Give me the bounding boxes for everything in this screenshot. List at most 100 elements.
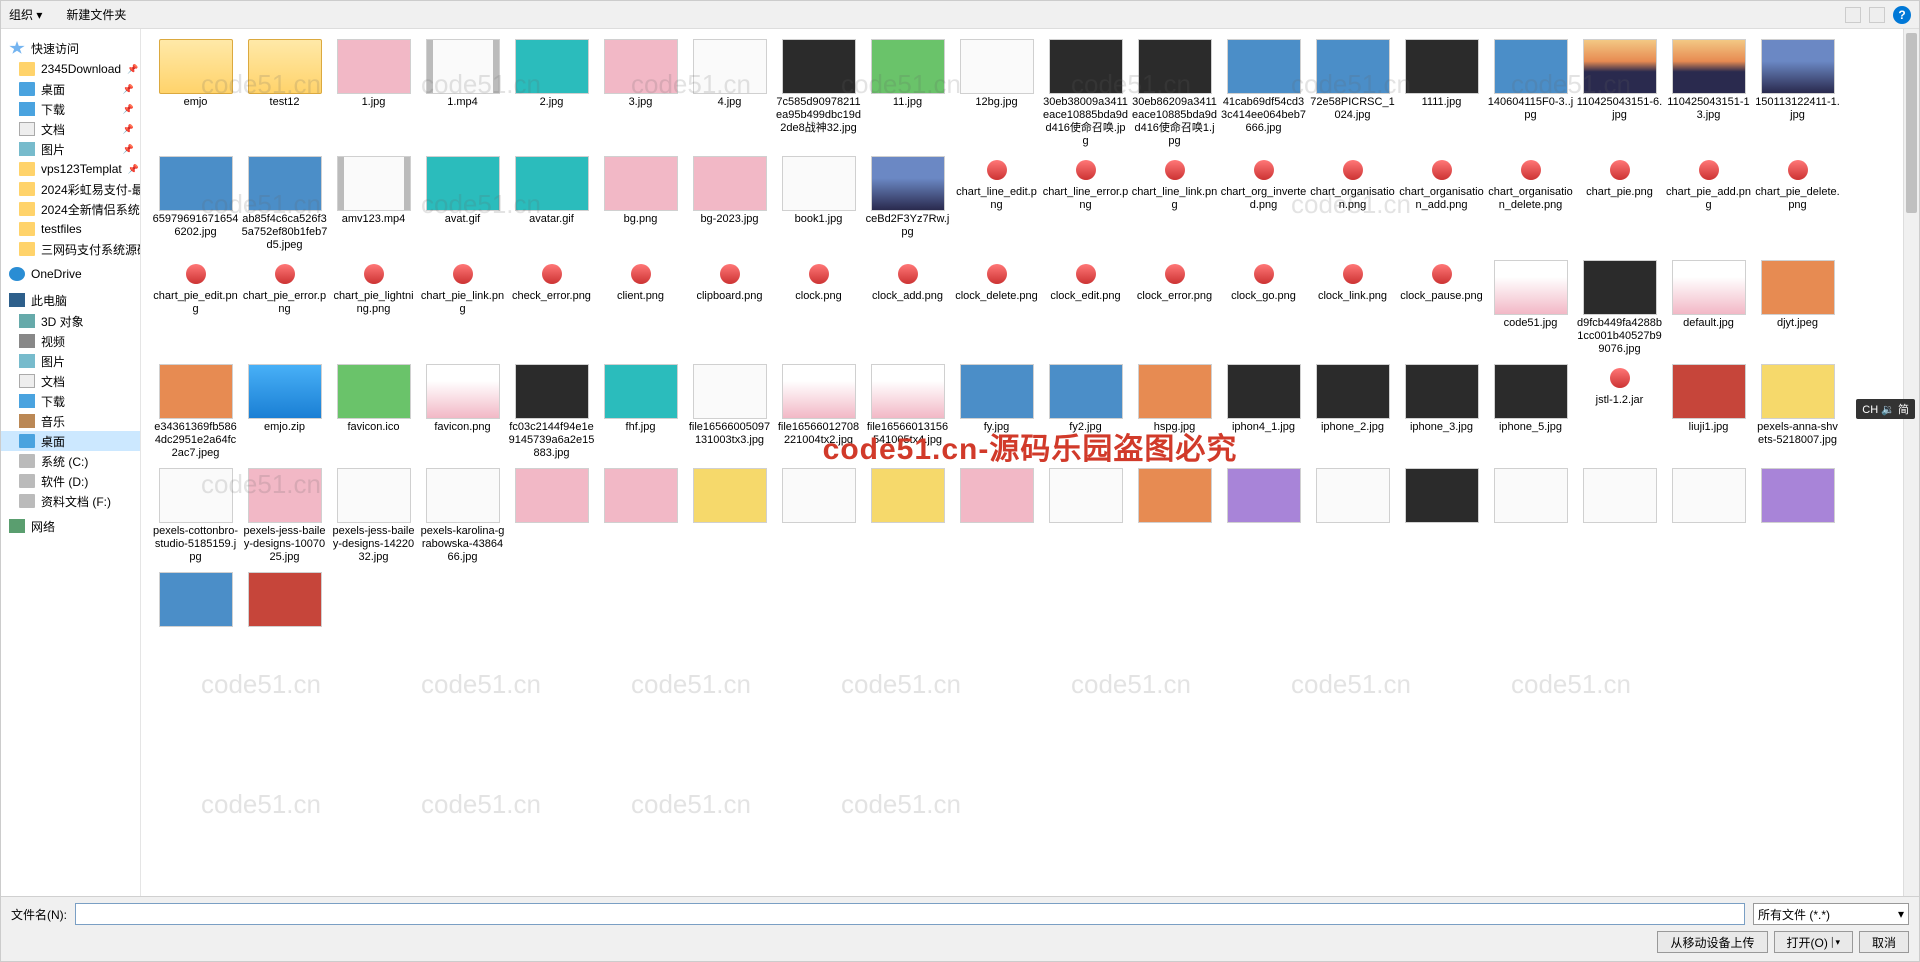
sidebar-item[interactable]: 系统 (C:) [1, 451, 140, 471]
file-item[interactable]: d9fcb449fa4288b1cc001b40527b99076.jpg [1575, 260, 1664, 356]
file-item[interactable]: book1.jpg [774, 156, 863, 252]
file-item[interactable]: 11.jpg [863, 39, 952, 148]
file-item[interactable]: check_error.png [507, 260, 596, 356]
file-item[interactable]: jstl-1.2.jar [1575, 364, 1664, 460]
file-item[interactable]: chart_pie_link.png [418, 260, 507, 356]
file-item[interactable]: test12 [240, 39, 329, 148]
file-item[interactable]: avatar.gif [507, 156, 596, 252]
file-item[interactable]: file16566005097131003tx3.jpg [685, 364, 774, 460]
file-item[interactable]: clock.png [774, 260, 863, 356]
file-item[interactable]: chart_line_edit.png [952, 156, 1041, 252]
file-item[interactable]: pexels-jess-bailey-designs-1422032.jpg [329, 468, 418, 564]
file-item[interactable]: clock_pause.png [1397, 260, 1486, 356]
file-item[interactable]: default.jpg [1664, 260, 1753, 356]
file-item[interactable]: iphon4_1.jpg [1219, 364, 1308, 460]
file-item[interactable]: 72e58PICRSC_1024.jpg [1308, 39, 1397, 148]
file-item[interactable]: pexels-cottonbro-studio-5185159.jpg [151, 468, 240, 564]
file-item[interactable]: e34361369fb5864dc2951e2a64fc2ac7.jpeg [151, 364, 240, 460]
sidebar-item[interactable]: 图片📌 [1, 139, 140, 159]
file-item[interactable]: chart_organisation_delete.png [1486, 156, 1575, 252]
file-item[interactable]: 12bg.jpg [952, 39, 1041, 148]
sidebar-item[interactable]: 桌面📌 [1, 79, 140, 99]
sidebar-item[interactable]: 三网码支付系统源码 [1, 239, 140, 259]
file-item[interactable] [151, 572, 240, 627]
sidebar-this-pc[interactable]: 此电脑 [1, 289, 140, 311]
file-item[interactable]: fhf.jpg [596, 364, 685, 460]
file-item[interactable]: 110425043151-13.jpg [1664, 39, 1753, 148]
file-item[interactable] [1664, 468, 1753, 564]
sidebar-item[interactable]: 音乐 [1, 411, 140, 431]
sidebar-item[interactable]: 桌面 [1, 431, 140, 451]
file-item[interactable]: hspg.jpg [1130, 364, 1219, 460]
sidebar-onedrive[interactable]: OneDrive [1, 263, 140, 285]
vertical-scrollbar[interactable] [1903, 29, 1919, 896]
file-item[interactable]: clipboard.png [685, 260, 774, 356]
file-item[interactable]: chart_organisation.png [1308, 156, 1397, 252]
file-item[interactable]: file16566013156541005tx4.jpg [863, 364, 952, 460]
file-item[interactable]: 7c585d90978211ea95b499dbc19d2de8战神32.jpg [774, 39, 863, 148]
sidebar-item[interactable]: 视频 [1, 331, 140, 351]
file-item[interactable]: ab85f4c6ca526f35a752ef80b1feb7d5.jpeg [240, 156, 329, 252]
file-item[interactable]: clock_go.png [1219, 260, 1308, 356]
file-item[interactable]: chart_pie_edit.png [151, 260, 240, 356]
file-item[interactable]: 30eb86209a3411eace10885bda9dd416使命召唤1.jp… [1130, 39, 1219, 148]
sidebar-item[interactable]: 3D 对象 [1, 311, 140, 331]
file-item[interactable]: 41cab69df54cd33c414ee064beb7666.jpg [1219, 39, 1308, 148]
file-item[interactable]: fc03c2144f94e1e9145739a6a2e15883.jpg [507, 364, 596, 460]
file-item[interactable]: chart_line_link.png [1130, 156, 1219, 252]
file-item[interactable]: emjo [151, 39, 240, 148]
file-item[interactable] [1575, 468, 1664, 564]
file-item[interactable]: chart_line_error.png [1041, 156, 1130, 252]
sidebar-item[interactable]: 文档📌 [1, 119, 140, 139]
file-item[interactable]: chart_organisation_add.png [1397, 156, 1486, 252]
file-item[interactable]: chart_pie_error.png [240, 260, 329, 356]
file-item[interactable]: 1111.jpg [1397, 39, 1486, 148]
sidebar-item[interactable]: 图片 [1, 351, 140, 371]
file-item[interactable]: fy.jpg [952, 364, 1041, 460]
file-item[interactable]: clock_link.png [1308, 260, 1397, 356]
file-item[interactable]: emjo.zip [240, 364, 329, 460]
new-folder-button[interactable]: 新建文件夹 [66, 6, 126, 23]
file-item[interactable] [240, 572, 329, 627]
file-item[interactable]: client.png [596, 260, 685, 356]
file-item[interactable]: ceBd2F3Yz7Rw.jpg [863, 156, 952, 252]
sidebar-item[interactable]: 资料文档 (F:) [1, 491, 140, 511]
file-item[interactable]: code51.jpg [1486, 260, 1575, 356]
file-item[interactable]: liuji1.jpg [1664, 364, 1753, 460]
file-item[interactable]: file16566012708221004tx2.jpg [774, 364, 863, 460]
file-item[interactable]: amv123.mp4 [329, 156, 418, 252]
file-item[interactable] [507, 468, 596, 564]
file-item[interactable]: chart_org_inverted.png [1219, 156, 1308, 252]
file-item[interactable] [685, 468, 774, 564]
file-item[interactable]: 30eb38009a3411eace10885bda9dd416使命召唤.jpg [1041, 39, 1130, 148]
file-item[interactable] [596, 468, 685, 564]
file-item[interactable]: pexels-karolina-grabowska-4386466.jpg [418, 468, 507, 564]
file-item[interactable]: favicon.ico [329, 364, 418, 460]
file-item[interactable]: 140604115F0-3..jpg [1486, 39, 1575, 148]
file-item[interactable]: pexels-jess-bailey-designs-1007025.jpg [240, 468, 329, 564]
file-type-filter[interactable]: 所有文件 (*.*) ▾ [1753, 903, 1909, 925]
sidebar-item[interactable]: 软件 (D:) [1, 471, 140, 491]
view-toggle-icon[interactable] [1869, 7, 1885, 23]
filename-input[interactable] [75, 903, 1745, 925]
upload-from-mobile-button[interactable]: 从移动设备上传 [1657, 931, 1767, 953]
file-item[interactable]: chart_pie_lightning.png [329, 260, 418, 356]
file-item[interactable]: bg.png [596, 156, 685, 252]
file-item[interactable]: 4.jpg [685, 39, 774, 148]
sidebar-item[interactable]: 2345Download📌 [1, 59, 140, 79]
file-item[interactable]: bg-2023.jpg [685, 156, 774, 252]
help-icon[interactable]: ? [1893, 6, 1911, 24]
sidebar-network[interactable]: 网络 [1, 515, 140, 537]
file-item[interactable] [1041, 468, 1130, 564]
file-item[interactable]: 3.jpg [596, 39, 685, 148]
file-item[interactable] [952, 468, 1041, 564]
file-item[interactable]: avat.gif [418, 156, 507, 252]
file-item[interactable]: 110425043151-6.jpg [1575, 39, 1664, 148]
file-item[interactable]: chart_pie_delete.png [1753, 156, 1842, 252]
file-item[interactable]: favicon.png [418, 364, 507, 460]
file-item[interactable]: iphone_3.jpg [1397, 364, 1486, 460]
file-item[interactable]: 659796916716546202.jpg [151, 156, 240, 252]
file-item[interactable]: iphone_2.jpg [1308, 364, 1397, 460]
file-item[interactable]: 150113122411-1.jpg [1753, 39, 1842, 148]
file-item[interactable] [1219, 468, 1308, 564]
